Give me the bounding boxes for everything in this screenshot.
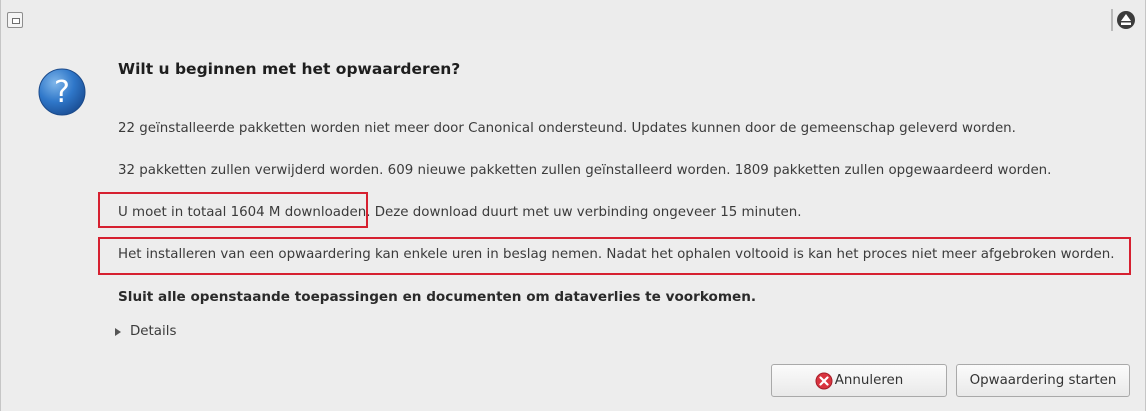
- install-warning-highlight: [98, 237, 1131, 275]
- expander-arrow-icon: [115, 327, 121, 336]
- window-menu-icon[interactable]: [7, 12, 23, 28]
- unsupported-packages-text: 22 geïnstalleerde pakketten worden niet …: [118, 121, 1016, 136]
- cancel-label: Annuleren: [834, 373, 904, 388]
- start-upgrade-button[interactable]: Opwaardering starten: [956, 364, 1130, 397]
- close-apps-warning-text: Sluit alle openstaande toepassingen en d…: [118, 289, 757, 305]
- details-label: Details: [130, 324, 177, 339]
- close-button[interactable]: [1111, 5, 1141, 35]
- upgrade-dialog: ? Wilt u beginnen met het opwaarderen? 2…: [0, 0, 1146, 411]
- details-expander[interactable]: Details: [115, 324, 176, 339]
- start-upgrade-label: Opwaardering starten: [969, 373, 1117, 388]
- titlebar: [1, 0, 1145, 40]
- question-icon: ?: [38, 68, 86, 116]
- download-size-highlight: [98, 192, 368, 228]
- close-icon: [1117, 11, 1135, 29]
- download-duration-text: Deze download duurt met uw verbinding on…: [370, 205, 802, 220]
- titlebar-divider: [1111, 9, 1113, 31]
- dialog-heading: Wilt u beginnen met het opwaarderen?: [118, 60, 461, 78]
- cancel-button[interactable]: Annuleren: [771, 364, 947, 397]
- cancel-icon: [815, 372, 833, 389]
- package-changes-text: 32 pakketten zullen verwijderd worden. 6…: [118, 163, 1052, 178]
- svg-text:?: ?: [54, 75, 70, 110]
